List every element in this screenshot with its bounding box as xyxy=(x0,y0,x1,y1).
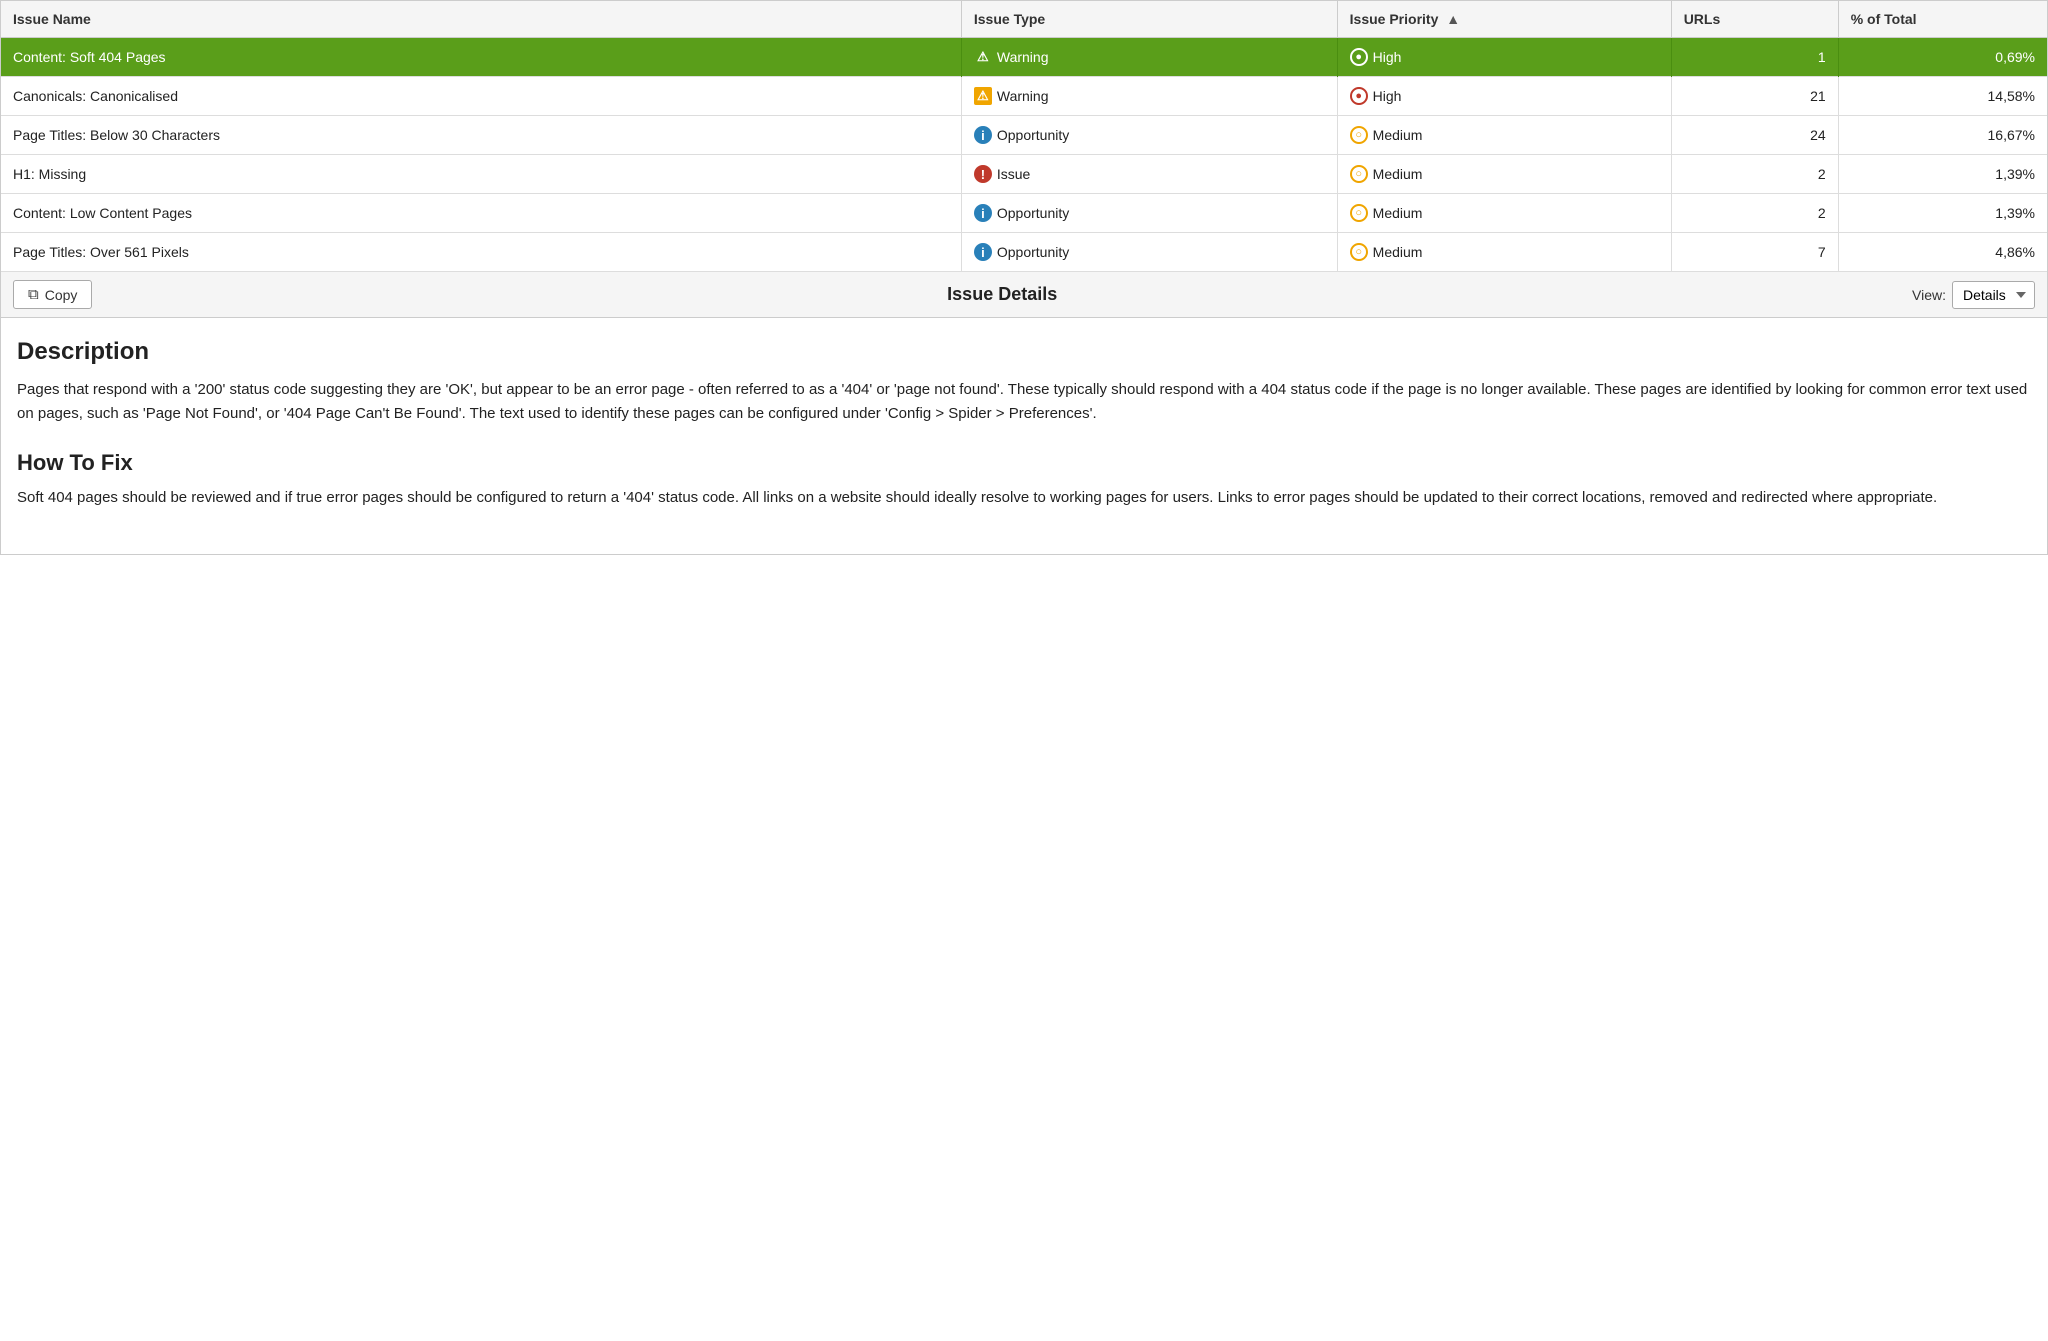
cell-issue-type: ⚠ Warning xyxy=(961,77,1337,116)
cell-issue-name: Page Titles: Below 30 Characters xyxy=(1,116,961,155)
copy-button[interactable]: ⧉ Copy xyxy=(13,280,92,309)
cell-issue-priority: ● High xyxy=(1337,38,1671,77)
cell-urls: 1 xyxy=(1671,38,1838,77)
col-header-pct-total[interactable]: % of Total xyxy=(1838,1,2047,38)
cell-issue-type: i Opportunity xyxy=(961,194,1337,233)
cell-urls: 2 xyxy=(1671,194,1838,233)
cell-issue-priority: ○ Medium xyxy=(1337,233,1671,272)
cell-issue-name: Canonicals: Canonicalised xyxy=(1,77,961,116)
priority-medium-icon: ○ xyxy=(1350,243,1368,261)
info-blue-icon: i xyxy=(974,126,992,144)
issues-table: Issue Name Issue Type Issue Priority ▲ U… xyxy=(1,1,2047,272)
col-header-issue-priority[interactable]: Issue Priority ▲ xyxy=(1337,1,1671,38)
cell-issue-name: Page Titles: Over 561 Pixels xyxy=(1,233,961,272)
cell-issue-type: ! Issue xyxy=(961,155,1337,194)
cell-issue-name: Content: Soft 404 Pages xyxy=(1,38,961,77)
cell-issue-name: Content: Low Content Pages xyxy=(1,194,961,233)
cell-urls: 21 xyxy=(1671,77,1838,116)
priority-high-green-icon: ● xyxy=(1350,48,1368,66)
cell-pct-total: 0,69% xyxy=(1838,38,2047,77)
cell-issue-priority: ○ Medium xyxy=(1337,155,1671,194)
cell-issue-priority: ○ Medium xyxy=(1337,194,1671,233)
cell-issue-type: i Opportunity xyxy=(961,116,1337,155)
cell-issue-name: H1: Missing xyxy=(1,155,961,194)
col-header-issue-name[interactable]: Issue Name xyxy=(1,1,961,38)
table-row[interactable]: Page Titles: Below 30 Characters i Oppor… xyxy=(1,116,2047,155)
issues-table-wrapper: Issue Name Issue Type Issue Priority ▲ U… xyxy=(0,0,2048,272)
toolbar-title: Issue Details xyxy=(92,284,1912,305)
info-blue-icon: i xyxy=(974,204,992,222)
cell-pct-total: 1,39% xyxy=(1838,155,2047,194)
description-text: Pages that respond with a '200' status c… xyxy=(17,378,2031,426)
cell-issue-priority: ● High xyxy=(1337,77,1671,116)
copy-icon: ⧉ xyxy=(28,286,39,303)
warning-yellow-icon: ⚠ xyxy=(974,87,992,105)
view-select[interactable]: Details xyxy=(1952,281,2035,309)
cell-urls: 7 xyxy=(1671,233,1838,272)
cell-pct-total: 14,58% xyxy=(1838,77,2047,116)
cell-issue-priority: ○ Medium xyxy=(1337,116,1671,155)
cell-issue-type: ⚠ Warning xyxy=(961,38,1337,77)
cell-urls: 2 xyxy=(1671,155,1838,194)
priority-medium-icon: ○ xyxy=(1350,165,1368,183)
table-row[interactable]: Content: Low Content Pages i Opportunity… xyxy=(1,194,2047,233)
table-row[interactable]: Canonicals: Canonicalised ⚠ Warning ● Hi… xyxy=(1,77,2047,116)
table-row[interactable]: Page Titles: Over 561 Pixels i Opportuni… xyxy=(1,233,2047,272)
description-heading: Description xyxy=(17,338,2031,366)
how-to-fix-heading: How To Fix xyxy=(17,450,2031,476)
cell-issue-type: i Opportunity xyxy=(961,233,1337,272)
content-section: Description Pages that respond with a '2… xyxy=(0,318,2048,555)
table-row[interactable]: H1: Missing ! Issue ○ Medium 2 1,39% xyxy=(1,155,2047,194)
cell-urls: 24 xyxy=(1671,116,1838,155)
col-header-urls[interactable]: URLs xyxy=(1671,1,1838,38)
priority-medium-icon: ○ xyxy=(1350,126,1368,144)
priority-medium-icon: ○ xyxy=(1350,204,1368,222)
how-to-fix-text: Soft 404 pages should be reviewed and if… xyxy=(17,486,2031,510)
cell-pct-total: 1,39% xyxy=(1838,194,2047,233)
table-row[interactable]: Content: Soft 404 Pages ⚠ Warning ● High… xyxy=(1,38,2047,77)
cell-pct-total: 4,86% xyxy=(1838,233,2047,272)
cell-pct-total: 16,67% xyxy=(1838,116,2047,155)
warning-green-icon: ⚠ xyxy=(974,48,992,66)
info-blue-icon: i xyxy=(974,243,992,261)
toolbar: ⧉ Copy Issue Details View: Details xyxy=(0,272,2048,318)
col-header-issue-type[interactable]: Issue Type xyxy=(961,1,1337,38)
priority-high-red-icon: ● xyxy=(1350,87,1368,105)
issue-red-icon: ! xyxy=(974,165,992,183)
sort-asc-icon: ▲ xyxy=(1446,11,1460,27)
view-label: View: xyxy=(1912,287,1946,303)
